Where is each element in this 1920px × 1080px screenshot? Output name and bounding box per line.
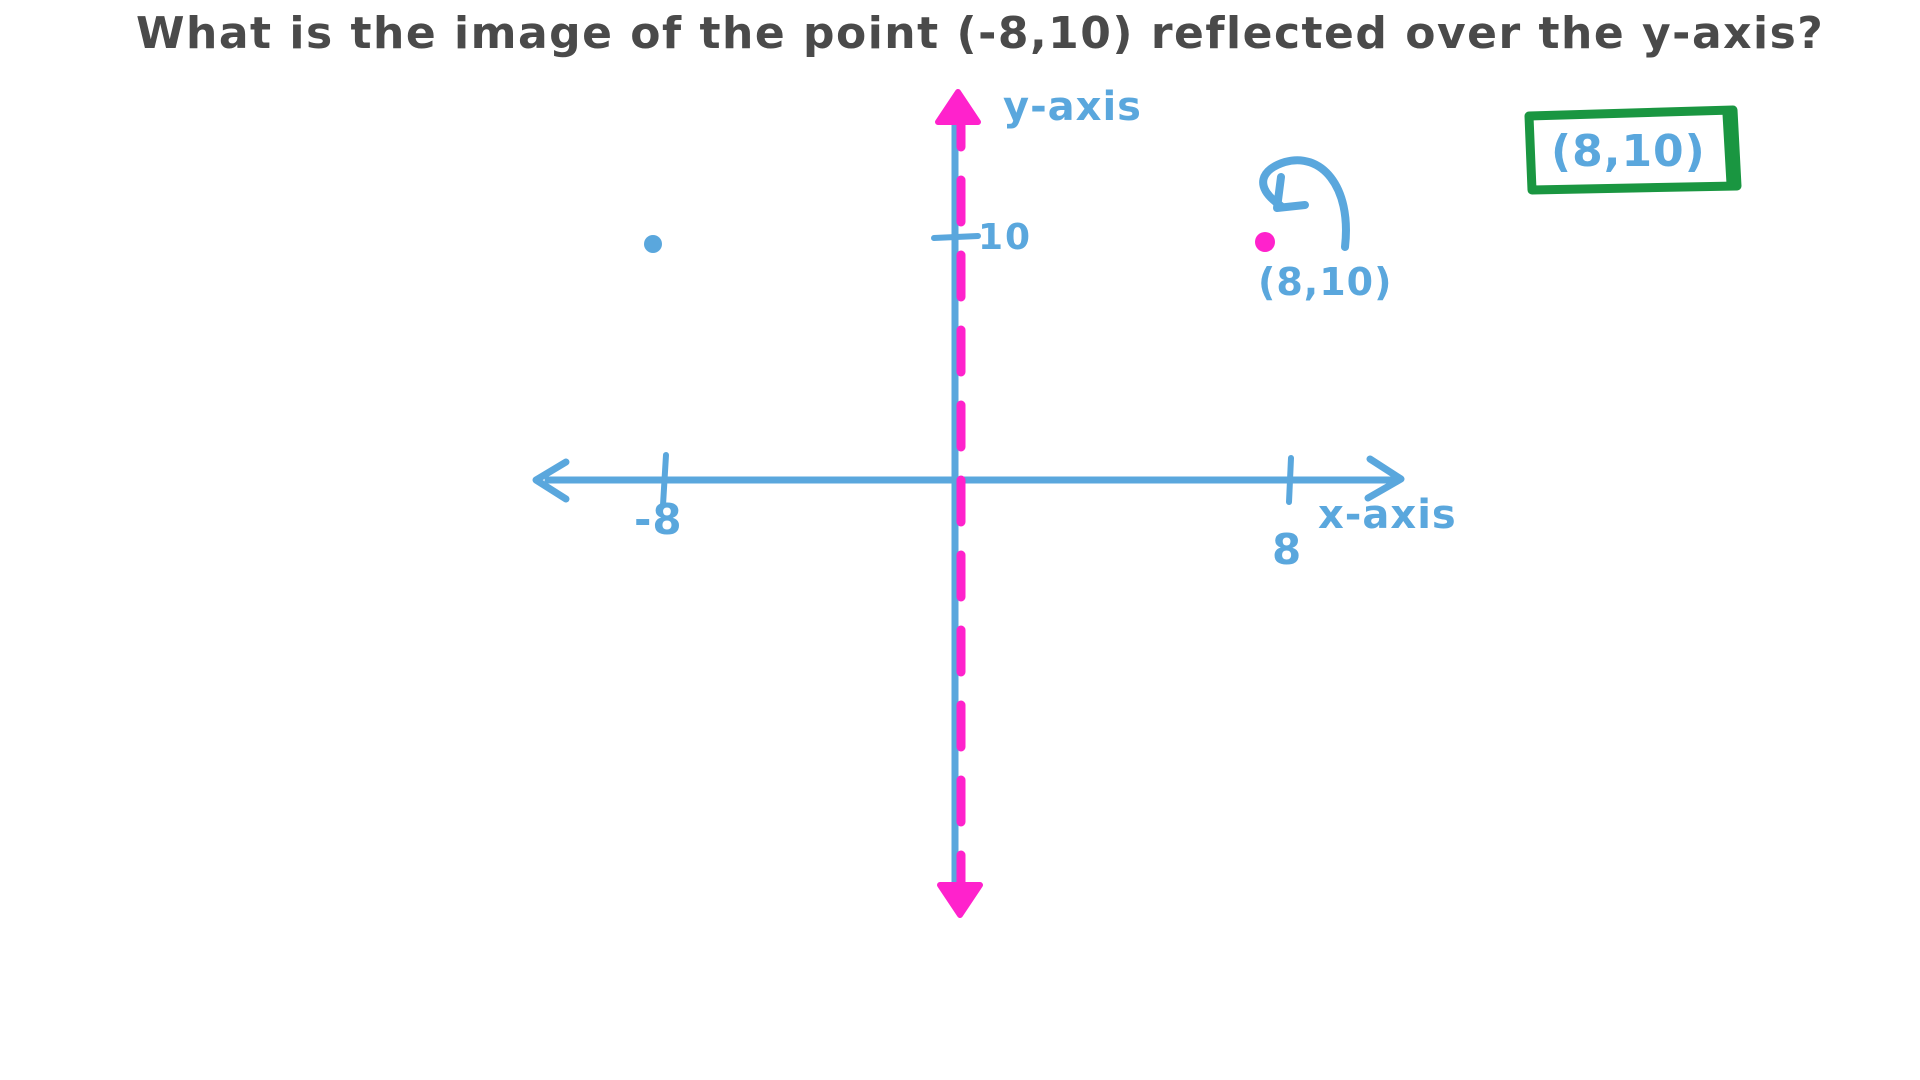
y-axis-bottom-arrowhead bbox=[937, 882, 983, 918]
y-axis-tick-10 bbox=[931, 233, 981, 241]
x-axis-label: x-axis bbox=[1318, 492, 1457, 538]
curved-reflection-arrow bbox=[1259, 156, 1350, 251]
y-axis-top-arrowhead bbox=[935, 89, 981, 125]
y-axis-group bbox=[931, 89, 983, 918]
y-axis-label: y-axis bbox=[1003, 84, 1142, 130]
x-axis-tick-label-8: 8 bbox=[1272, 525, 1302, 574]
image-point-marker bbox=[1255, 232, 1275, 252]
image-point-label: (8,10) bbox=[1258, 260, 1393, 304]
original-point-marker bbox=[644, 235, 662, 253]
question-text: What is the image of the point (-8,10) r… bbox=[136, 8, 1825, 59]
x-axis-tick-label-neg8: -8 bbox=[634, 495, 683, 544]
x-axis-tick-8 bbox=[1286, 455, 1294, 505]
y-axis-tick-label-10: 10 bbox=[978, 217, 1033, 258]
curved-arrow-head bbox=[1273, 173, 1309, 212]
answer-value: (8,10) bbox=[1551, 126, 1706, 177]
